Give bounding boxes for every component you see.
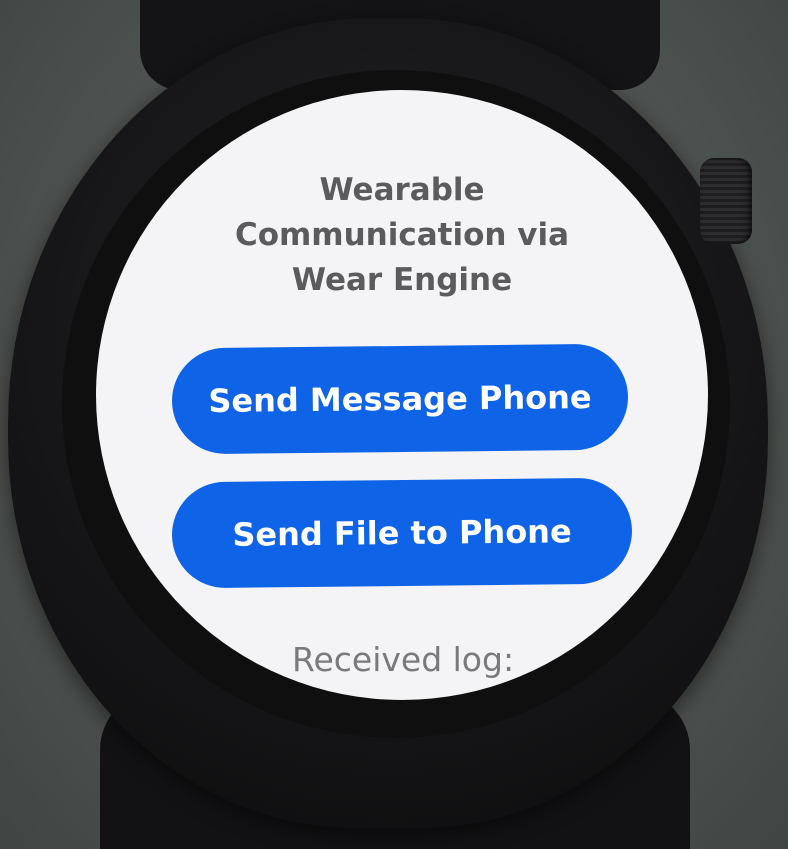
send-file-to-phone-button[interactable]: Send File to Phone [171,477,633,589]
title-line-2: Communication via [234,217,570,253]
watch-screen: Wearable Communication via Wear Engine S… [96,90,708,700]
page-title: Wearable Communication via Wear Engine [96,168,708,303]
send-message-phone-button[interactable]: Send Message Phone [171,343,629,455]
title-line-1: Wearable [319,172,485,208]
title-line-3: Wear Engine [291,262,513,298]
